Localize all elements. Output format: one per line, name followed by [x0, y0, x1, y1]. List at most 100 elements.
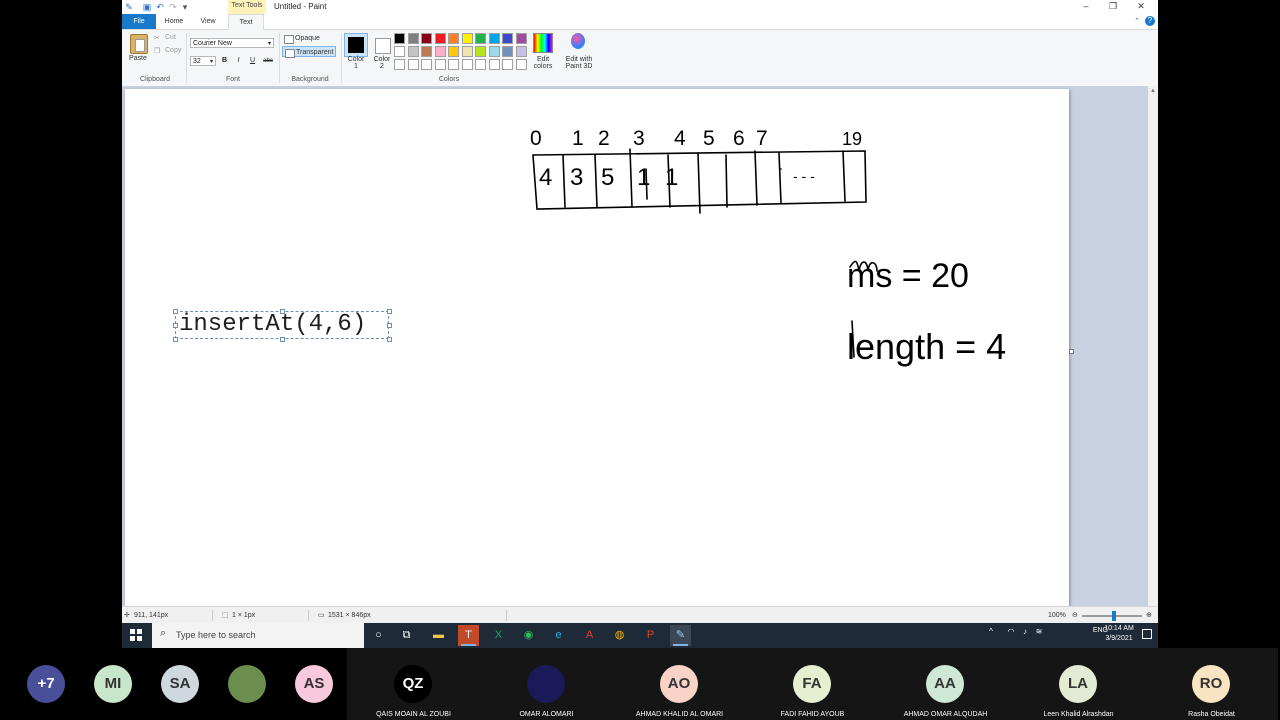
color-2-button[interactable] [370, 33, 394, 57]
resize-handle[interactable] [280, 337, 285, 342]
palette-swatch[interactable] [394, 46, 405, 57]
start-button[interactable] [130, 629, 142, 641]
participant-tile[interactable]: RO Rasha Obeidat [1145, 648, 1278, 720]
acrobat-icon[interactable]: A [579, 625, 600, 646]
edit-with-paint-3d-button[interactable]: Edit with Paint 3D [562, 56, 596, 70]
palette-swatch[interactable] [488, 59, 500, 70]
font-size-select[interactable]: 32 ▾ [190, 56, 216, 66]
palette-swatch[interactable] [407, 59, 419, 70]
resize-handle[interactable] [173, 337, 178, 342]
palette-swatch[interactable] [488, 33, 500, 44]
help-icon[interactable]: ? [1145, 16, 1155, 26]
palette-swatch[interactable] [448, 59, 459, 70]
tray-wifi-icon[interactable]: ≋ [1034, 627, 1044, 637]
undo-icon[interactable]: ↶ [155, 2, 165, 12]
tray-network-icon[interactable]: ◠ [1006, 627, 1016, 637]
font-family-select[interactable]: Courier New ▾ [190, 38, 274, 48]
cortana-icon[interactable]: ○ [368, 625, 389, 646]
opaque-option[interactable]: Opaque [282, 33, 336, 44]
palette-swatch[interactable] [502, 46, 513, 57]
vertical-scrollbar[interactable]: ▲ [1148, 86, 1158, 606]
participant-tile[interactable]: AO AHMAD KHALID AL OMARI [613, 648, 746, 720]
underline-button[interactable]: U [247, 56, 258, 66]
redo-icon[interactable]: ↷ [168, 2, 178, 12]
participant-tile[interactable]: LA Leen Khalid Alrashdan [1012, 648, 1145, 720]
palette-swatch[interactable] [515, 59, 527, 70]
palette-swatch[interactable] [475, 59, 486, 70]
palette-swatch[interactable] [448, 46, 459, 57]
file-explorer-icon[interactable]: ▬ [428, 625, 449, 646]
tab-home[interactable]: Home [158, 14, 190, 29]
resize-handle[interactable] [387, 309, 392, 314]
tab-text[interactable]: Text [228, 14, 264, 30]
tray-sound-icon[interactable]: ♪ [1020, 627, 1030, 637]
palette-swatch[interactable] [502, 59, 513, 70]
resize-handle[interactable] [387, 337, 392, 342]
zoom-out-icon[interactable]: ⊖ [1072, 607, 1078, 623]
color-1-button[interactable] [344, 33, 368, 57]
palette-swatch[interactable] [448, 33, 459, 44]
cut-icon[interactable]: ✂ [154, 34, 160, 42]
restore-button[interactable]: ❐ [1100, 0, 1126, 14]
chrome-icon[interactable]: ◍ [609, 625, 630, 646]
text-input-box[interactable]: insertAt(4,6) [175, 311, 389, 339]
notification-icon[interactable] [1142, 629, 1152, 639]
edge-icon[interactable]: e [548, 625, 569, 646]
italic-button[interactable]: I [233, 56, 244, 66]
palette-swatch[interactable] [502, 33, 513, 44]
collapse-ribbon-icon[interactable]: ⌃ [1134, 14, 1140, 29]
palette-swatch[interactable] [394, 33, 405, 44]
drawing-canvas[interactable]: 0 1 2 3 4 5 6 7 19 4 3 5 1 1- - - ms = 20 length = 4 in… [125, 89, 1069, 609]
resize-handle[interactable] [173, 323, 178, 328]
resize-handle[interactable] [173, 309, 178, 314]
participant-tile[interactable]: QZ QAIS MOAIN AL ZOUBI [347, 648, 480, 720]
paste-icon[interactable] [130, 34, 148, 54]
edit-colors-icon[interactable] [533, 33, 553, 53]
task-view-icon[interactable]: ⧉ [396, 625, 417, 646]
palette-swatch[interactable] [515, 33, 527, 44]
palette-swatch[interactable] [434, 46, 446, 57]
copy-icon[interactable]: ❐ [154, 47, 160, 55]
tab-view[interactable]: View [192, 14, 224, 29]
palette-swatch[interactable] [434, 59, 446, 70]
palette-swatch[interactable] [407, 46, 419, 57]
palette-swatch[interactable] [394, 59, 405, 70]
transparent-option[interactable]: Transparent [282, 46, 336, 58]
palette-swatch[interactable] [421, 46, 432, 57]
scroll-up-icon[interactable]: ▲ [1150, 88, 1156, 94]
zoom-slider-thumb[interactable] [1112, 611, 1116, 621]
resize-handle[interactable] [280, 309, 285, 314]
bold-button[interactable]: B [219, 56, 230, 66]
excel-icon[interactable]: X [488, 625, 509, 646]
palette-swatch[interactable] [407, 33, 419, 44]
participant-tile[interactable]: FA FADI FAHID AYOUB [746, 648, 879, 720]
palette-swatch[interactable] [421, 33, 432, 44]
save-icon[interactable]: ▣ [142, 2, 152, 12]
palette-swatch[interactable] [488, 46, 500, 57]
teams-icon[interactable]: T [458, 625, 479, 646]
participant-tile[interactable]: AA AHMAD OMAR ALQUDAH [879, 648, 1012, 720]
paint-3d-icon[interactable] [571, 33, 585, 49]
palette-swatch[interactable] [421, 59, 432, 70]
whatsapp-icon[interactable]: ◉ [518, 625, 539, 646]
cut-button[interactable]: Cut [165, 34, 176, 41]
participant-tile[interactable]: OMAR ALOMARI [480, 648, 613, 720]
paste-button[interactable]: Paste [129, 55, 147, 62]
palette-swatch[interactable] [461, 33, 473, 44]
palette-swatch[interactable] [515, 46, 527, 57]
tab-file[interactable]: File [122, 14, 156, 29]
palette-swatch[interactable] [475, 33, 486, 44]
edit-colors-button[interactable]: Edit colors [530, 56, 556, 70]
resize-handle[interactable] [387, 323, 392, 328]
taskbar-search[interactable]: ⌕ Type here to search [152, 623, 364, 648]
palette-swatch[interactable] [434, 33, 446, 44]
minimize-button[interactable]: – [1073, 0, 1099, 14]
palette-swatch[interactable] [461, 59, 473, 70]
quick-access-dropdown-icon[interactable]: ▾ [180, 2, 190, 12]
tray-chevron-icon[interactable]: ^ [986, 627, 996, 637]
participant-tile[interactable]: AS [275, 648, 355, 720]
powerpoint-icon[interactable]: P [640, 625, 661, 646]
strikethrough-button[interactable]: abc [261, 56, 275, 66]
paint-taskbar-icon[interactable]: ✎ [670, 625, 691, 646]
palette-swatch[interactable] [461, 46, 473, 57]
